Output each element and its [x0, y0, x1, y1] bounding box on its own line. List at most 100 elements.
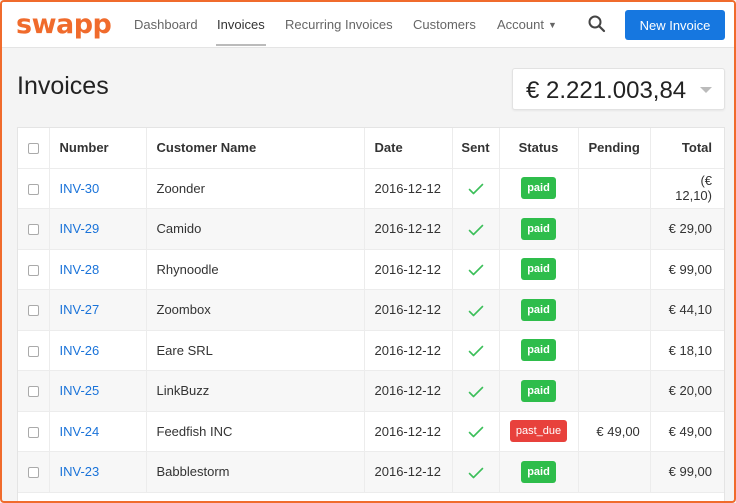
- invoice-number-link[interactable]: INV-25: [60, 383, 100, 398]
- nav-recurring-invoices[interactable]: Recurring Invoices: [285, 17, 393, 32]
- status-badge: paid: [521, 298, 556, 321]
- header-customer-name[interactable]: Customer Name: [146, 128, 365, 169]
- nav-customers[interactable]: Customers: [413, 17, 476, 32]
- header-sent[interactable]: Sent: [452, 128, 500, 169]
- pending-amount: [578, 249, 651, 290]
- nav-account[interactable]: Account ▼: [497, 17, 557, 32]
- invoice-number-link[interactable]: INV-24: [60, 424, 100, 439]
- checkmark-icon: [468, 265, 483, 276]
- sent-cell: [452, 451, 500, 493]
- customer-name: Babblestorm: [146, 451, 365, 493]
- row-checkbox[interactable]: [27, 426, 39, 438]
- header-date[interactable]: Date: [364, 128, 453, 169]
- logo[interactable]: swapp: [16, 9, 112, 40]
- invoice-date: 2016-12-12: [364, 289, 453, 331]
- customer-name: LinkBuzz: [146, 370, 365, 412]
- invoice-number-link[interactable]: INV-26: [60, 343, 100, 358]
- customer-name: Zoonder: [146, 168, 365, 209]
- checkmark-icon: [468, 467, 483, 479]
- row-select-cell[interactable]: [18, 370, 50, 412]
- checkmark-icon: [468, 184, 483, 195]
- header-pending[interactable]: Pending: [578, 128, 651, 169]
- total-amount-cell: € 18,10: [650, 330, 724, 371]
- customer-name: Eare SRL: [146, 330, 365, 371]
- row-checkbox[interactable]: [27, 305, 39, 317]
- chevron-down-icon: ▼: [547, 20, 557, 30]
- total-amount-cell: € 99,00: [650, 451, 724, 493]
- status-badge: paid: [521, 217, 556, 240]
- invoices-table: Number Customer Name Date Sent Status Pe…: [17, 127, 725, 501]
- row-select-cell[interactable]: [18, 168, 50, 209]
- customer-name: Camido: [146, 208, 365, 250]
- header-status[interactable]: Status: [499, 128, 579, 169]
- row-checkbox[interactable]: [27, 264, 39, 276]
- table-row[interactable]: INV-25 LinkBuzz 2016-12-12 paid € 20,00: [18, 370, 724, 412]
- row-checkbox[interactable]: [27, 386, 39, 398]
- invoice-date: 2016-12-12: [364, 411, 453, 452]
- total-amount-cell: € 44,10: [650, 289, 724, 331]
- pending-amount: [578, 330, 651, 371]
- app-frame: swapp Dashboard Invoices Recurring Invoi…: [0, 0, 736, 503]
- pending-amount: [578, 168, 651, 209]
- status-badge: paid: [521, 379, 556, 402]
- sent-cell: [452, 249, 500, 290]
- row-select-cell[interactable]: [18, 249, 50, 290]
- checkmark-icon: [468, 305, 483, 317]
- invoice-number-link[interactable]: INV-29: [60, 221, 100, 236]
- table-row[interactable]: INV-30 Zoonder 2016-12-12 paid (€ 12,10): [18, 168, 724, 209]
- row-checkbox[interactable]: [27, 183, 39, 195]
- table-row[interactable]: INV-23 Babblestorm 2016-12-12 paid € 99,…: [18, 451, 724, 493]
- sent-cell: [452, 411, 500, 452]
- sent-cell: [452, 168, 500, 209]
- status-badge: paid: [521, 177, 556, 200]
- header-select-all[interactable]: [18, 128, 50, 169]
- checkmark-icon: [468, 346, 483, 357]
- row-checkbox[interactable]: [27, 224, 39, 236]
- sent-cell: [452, 370, 500, 412]
- chevron-down-icon: [700, 87, 712, 93]
- active-nav-indicator: [216, 44, 266, 46]
- nav-dashboard[interactable]: Dashboard: [134, 17, 198, 32]
- row-select-cell[interactable]: [18, 411, 50, 452]
- invoice-number-link[interactable]: INV-28: [60, 262, 100, 277]
- total-amount-cell: (€ 12,10): [650, 168, 724, 209]
- invoice-date: 2016-12-12: [364, 370, 453, 412]
- search-button[interactable]: [587, 14, 607, 34]
- page-title: Invoices: [17, 72, 109, 100]
- row-select-cell[interactable]: [18, 330, 50, 371]
- table-row[interactable]: INV-24 Feedfish INC 2016-12-12 past_due …: [18, 411, 724, 452]
- table-row[interactable]: INV-26 Eare SRL 2016-12-12 paid € 18,10: [18, 330, 724, 371]
- row-checkbox[interactable]: [27, 345, 39, 357]
- header-total[interactable]: Total: [650, 128, 724, 169]
- table-row[interactable]: INV-29 Camido 2016-12-12 paid € 29,00: [18, 208, 724, 250]
- row-select-cell[interactable]: [18, 208, 50, 250]
- total-amount-cell: € 99,00: [650, 249, 724, 290]
- row-select-cell[interactable]: [18, 451, 50, 493]
- table-row[interactable]: INV-27 Zoombox 2016-12-12 paid € 44,10: [18, 289, 724, 331]
- pending-amount: [578, 289, 651, 331]
- pending-amount: [578, 208, 651, 250]
- nav-invoices[interactable]: Invoices: [217, 17, 265, 32]
- sent-cell: [452, 289, 500, 331]
- invoice-date: 2016-12-12: [364, 168, 453, 209]
- nav-account-label: Account: [497, 17, 544, 32]
- pending-amount: [578, 451, 651, 493]
- total-amount-cell: € 49,00: [650, 411, 724, 452]
- total-amount-dropdown[interactable]: € 2.221.003,84: [512, 68, 725, 110]
- new-invoice-button[interactable]: New Invoice: [625, 10, 725, 40]
- invoice-number-link[interactable]: INV-30: [60, 181, 100, 196]
- table-row[interactable]: INV-28 Rhynoodle 2016-12-12 paid € 99,00: [18, 249, 724, 290]
- total-amount-cell: € 29,00: [650, 208, 724, 250]
- select-all-checkbox[interactable]: [27, 143, 39, 155]
- sent-cell: [452, 330, 500, 371]
- invoice-number-link[interactable]: INV-23: [60, 464, 100, 479]
- header-number[interactable]: Number: [49, 128, 147, 169]
- row-checkbox[interactable]: [27, 467, 39, 479]
- status-badge: paid: [521, 339, 556, 362]
- invoice-date: 2016-12-12: [364, 451, 453, 493]
- status-badge: past_due: [509, 420, 568, 443]
- row-select-cell[interactable]: [18, 289, 50, 331]
- invoice-number-link[interactable]: INV-27: [60, 302, 100, 317]
- sent-cell: [452, 208, 500, 250]
- pending-amount: [578, 370, 651, 412]
